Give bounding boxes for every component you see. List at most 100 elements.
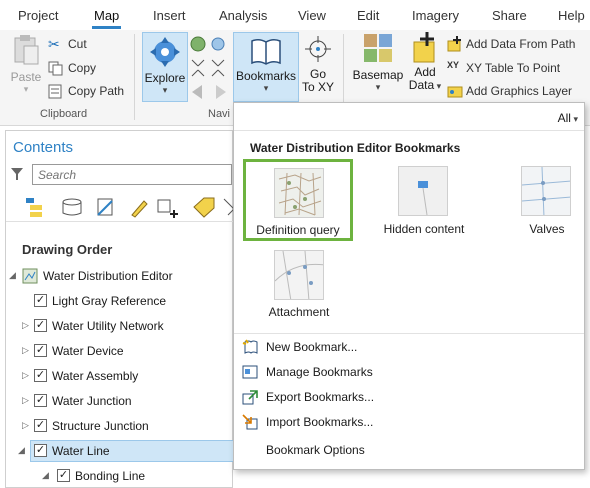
explore-button[interactable]: Explore ▾ [142,32,188,102]
paste-icon [14,35,39,65]
ribbon-tab-bar: Project Map Insert Analysis View Edit Im… [0,0,590,30]
manage-bookmarks-menu-item[interactable]: Manage Bookmarks [234,360,584,384]
copy-path-icon [48,84,62,99]
list-by-labeling-icon [193,197,215,218]
expand-arrow-icon[interactable]: ▷ [22,370,29,381]
layer-row[interactable]: ✓ Light Gray Reference [6,290,236,312]
full-extent-icon[interactable] [190,34,230,54]
divider [6,221,234,222]
collapse-arrow-icon[interactable]: ◢ [9,270,16,281]
tab-view[interactable]: View [298,8,326,23]
layer-row[interactable]: ▷ ✓ Structure Junction [6,415,236,437]
expand-arrow-icon[interactable]: ▷ [22,345,29,356]
new-bookmark-icon [242,339,258,354]
crosshair-icon [305,36,331,62]
tab-insert[interactable]: Insert [153,8,186,23]
menu-item-label: New Bookmark... [266,340,358,354]
paste-button[interactable]: Paste ▾ [8,34,44,104]
expand-arrow-icon[interactable]: ▷ [22,395,29,406]
layer-visibility-checkbox[interactable]: ✓ [34,369,47,382]
bookmark-definition-query[interactable]: Definition query [243,159,353,241]
chevron-down-icon: ▾ [263,83,269,93]
basemap-label: Basemap [352,68,404,82]
map-thumbnail-icon [522,167,570,215]
tab-analysis[interactable]: Analysis [219,8,267,23]
chevron-down-icon: ▾ [162,85,168,95]
tab-help[interactable]: Help [558,8,585,23]
filter-value: All [557,111,571,125]
layer-row-selected[interactable]: ✓ Water Line [30,440,234,462]
fixed-zoom-icon[interactable] [190,58,230,78]
import-bookmarks-menu-item[interactable]: Import Bookmarks... [234,410,584,434]
layer-row[interactable]: ▷ ✓ Water Junction [6,390,236,412]
layer-visibility-checkbox[interactable]: ✓ [34,319,47,332]
new-bookmark-menu-item[interactable]: New Bookmark... [234,335,584,359]
go-to-xy-button[interactable]: Go To XY [302,34,334,104]
layer-visibility-checkbox[interactable]: ✓ [57,469,70,482]
basemap-button[interactable]: Basemap ▾ [350,34,406,104]
collapse-arrow-icon[interactable]: ◢ [42,470,49,481]
bookmark-hidden-content[interactable]: Hidden content [369,162,479,238]
filter-icon[interactable] [10,167,24,181]
copy-button[interactable]: Copy [48,60,108,78]
xy-table-to-point-button[interactable]: XY XY Table To Point [447,60,587,78]
layer-visibility-checkbox[interactable]: ✓ [34,294,47,307]
layer-row[interactable]: ▷ ✓ Water Device [6,340,236,362]
add-data-button[interactable]: Add Data ▾ [404,32,446,102]
layer-visibility-checkbox[interactable]: ✓ [34,394,47,407]
bookmark-thumbnail [274,168,324,218]
divider [234,130,584,131]
tab-map[interactable]: Map [91,8,122,29]
map-item[interactable]: ◢ Water Distribution Editor [6,265,236,287]
expand-arrow-icon[interactable]: ▷ [22,320,29,331]
layer-visibility-checkbox[interactable]: ✓ [34,344,47,357]
add-graphics-layer-button[interactable]: Add Graphics Layer [447,83,587,101]
list-by-drawing-order-icon [26,198,42,217]
layer-name: Water Junction [52,394,132,408]
layer-row[interactable]: ◢ ✓ Bonding Line [6,465,236,487]
add-data-from-path-button[interactable]: Add Data From Path [447,36,587,54]
bookmark-attachment[interactable]: Attachment [243,244,353,320]
previous-next-extent-icon[interactable] [190,82,230,102]
xy-table-to-point-label: XY Table To Point [466,61,561,75]
xy-icon: XY [447,60,460,70]
contents-search-input[interactable] [32,164,232,185]
map-thumbnail-icon [278,172,322,216]
expand-arrow-icon[interactable]: ▷ [22,420,29,431]
list-by-source-icon [62,198,82,216]
layer-row[interactable]: ▷ ✓ Water Assembly [6,365,236,387]
export-bookmarks-menu-item[interactable]: Export Bookmarks... [234,385,584,409]
collapse-arrow-icon[interactable]: ◢ [18,445,25,456]
manage-bookmarks-icon [242,365,258,379]
basemap-icon [364,34,392,62]
layer-row[interactable]: ▷ ✓ Water Utility Network [6,315,236,337]
map-thumbnail-icon [418,181,428,215]
bookmarks-section-title: Water Distribution Editor Bookmarks [250,141,461,155]
layer-visibility-checkbox[interactable]: ✓ [34,419,47,432]
chevron-down-icon: ▾ [23,84,29,94]
contents-pane: Contents Drawing Order ◢ Water Distribut… [5,130,236,488]
bookmark-filter-dropdown[interactable]: All ▾ [558,111,578,125]
copy-path-button[interactable]: Copy Path [48,83,128,101]
layer-name: Water Assembly [52,369,139,383]
layer-name: Water Line [52,444,110,458]
cut-button[interactable]: ✂ Cut [48,36,108,54]
bookmarks-label: Bookmarks [235,69,297,83]
contents-title: Contents [13,139,74,156]
tab-project[interactable]: Project [18,8,58,23]
bookmarks-button[interactable]: Bookmarks ▾ [233,32,299,102]
contents-view-toolbar [26,197,234,218]
tab-edit[interactable]: Edit [357,8,379,23]
menu-item-label: Export Bookmarks... [266,390,375,404]
add-data-icon [413,32,435,63]
bookmark-label: Valves [529,222,565,236]
tab-imagery[interactable]: Imagery [412,8,459,23]
bookmark-valves[interactable]: Valves [492,162,590,238]
tab-share[interactable]: Share [492,8,527,23]
layer-name: Bonding Line [75,469,146,483]
layer-name: Structure Junction [52,419,149,433]
layer-visibility-checkbox[interactable]: ✓ [34,444,47,457]
clipboard-group-label: Clipboard [40,108,88,120]
map-thumbnail-icon [275,251,323,299]
bookmark-options-menu-item[interactable]: Bookmark Options [234,438,584,462]
